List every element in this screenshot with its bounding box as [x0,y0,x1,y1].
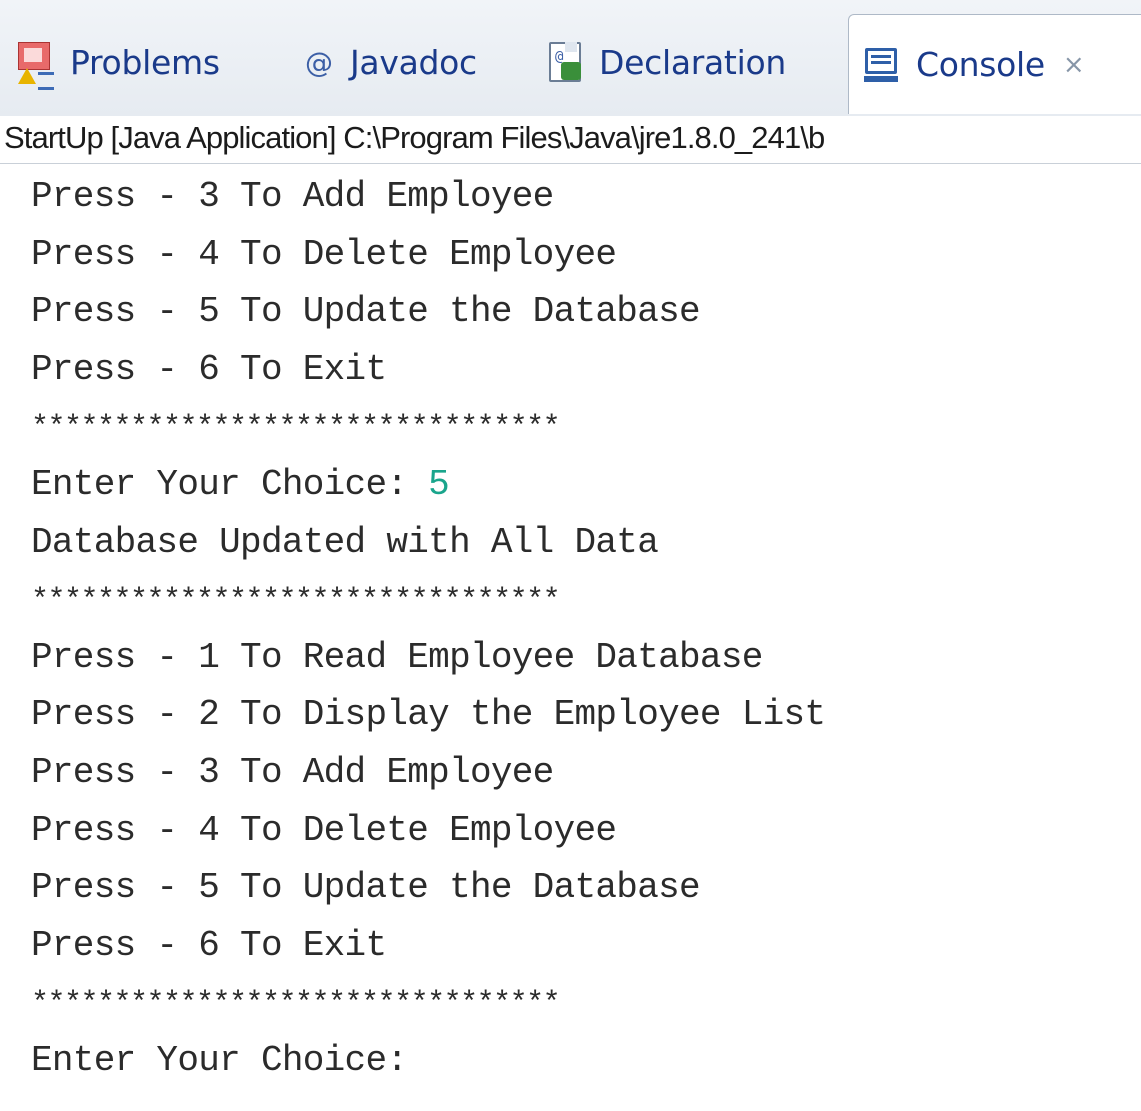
view-tab-bar: Problems @ Javadoc @ Declaration Console… [0,0,1141,117]
problems-icon [16,38,56,90]
console-line: Press - 2 To Display the Employee List [31,686,1136,744]
console-line-text: Press - 6 To Exit [31,348,387,390]
console-line: Press - 3 To Add Employee [31,744,1136,802]
console-line: Enter Your Choice: [31,1032,1136,1090]
tab-problems[interactable]: Problems [16,38,220,90]
eclipse-console-view: Problems @ Javadoc @ Declaration Console… [0,0,1141,1111]
console-line-text: Enter Your Choice: [31,1039,408,1081]
console-icon [864,46,902,84]
console-line-text: Press - 4 To Delete Employee [31,233,617,275]
console-line: Press - 1 To Read Employee Database [31,629,1136,687]
tab-label: Javadoc [350,42,477,82]
console-line-text: Press - 4 To Delete Employee [31,809,617,851]
declaration-icon: @ [545,40,585,84]
tab-label: Console [916,45,1045,84]
console-line: Press - 6 To Exit [31,341,1136,399]
close-icon[interactable]: ⨯ [1063,50,1085,80]
console-line-text: Enter Your Choice: [31,463,429,505]
console-line-text: Press - 2 To Display the Employee List [31,694,826,736]
console-line-text: Press - 1 To Read Employee Database [31,636,763,678]
console-line-text: ******************************** [31,411,561,446]
console-line-text: Press - 5 To Update the Database [31,291,701,333]
tab-label: Declaration [599,42,786,82]
console-line-text: ******************************** [31,987,561,1022]
console-line: Press - 5 To Update the Database [31,283,1136,341]
tab-label: Problems [70,42,220,82]
separator-line: ******************************** [31,974,1136,1032]
console-line: Press - 5 To Update the Database [31,859,1136,917]
console-line: Database Updated with All Data [31,514,1136,572]
console-line-text: Database Updated with All Data [31,521,659,563]
console-line-text: ******************************** [31,584,561,619]
console-line-text: Press - 5 To Update the Database [31,867,701,909]
console-line-text: Press - 6 To Exit [31,924,387,966]
console-line: Press - 4 To Delete Employee [31,226,1136,284]
console-line: Press - 6 To Exit [31,917,1136,975]
separator-line: ******************************** [31,571,1136,629]
launch-description: StartUp [Java Application] C:\Program Fi… [0,116,1141,164]
console-line-text: Press - 3 To Add Employee [31,176,554,217]
at-sign-icon: @ [305,45,333,79]
console-line-text: Press - 3 To Add Employee [31,751,554,793]
tab-javadoc[interactable]: @ Javadoc [302,38,477,86]
console-line: Enter Your Choice: 5 [31,456,1136,514]
tab-declaration[interactable]: @ Declaration [545,38,786,86]
tab-console[interactable]: Console ⨯ [848,14,1141,114]
console-line: Press - 4 To Delete Employee [31,802,1136,860]
user-input-value: 5 [428,463,450,505]
console-output[interactable]: Press - 3 To Add Employee Press - 4 To De… [31,168,1136,1090]
separator-line: ******************************** [31,398,1136,456]
console-line: Press - 3 To Add Employee [31,168,1136,226]
